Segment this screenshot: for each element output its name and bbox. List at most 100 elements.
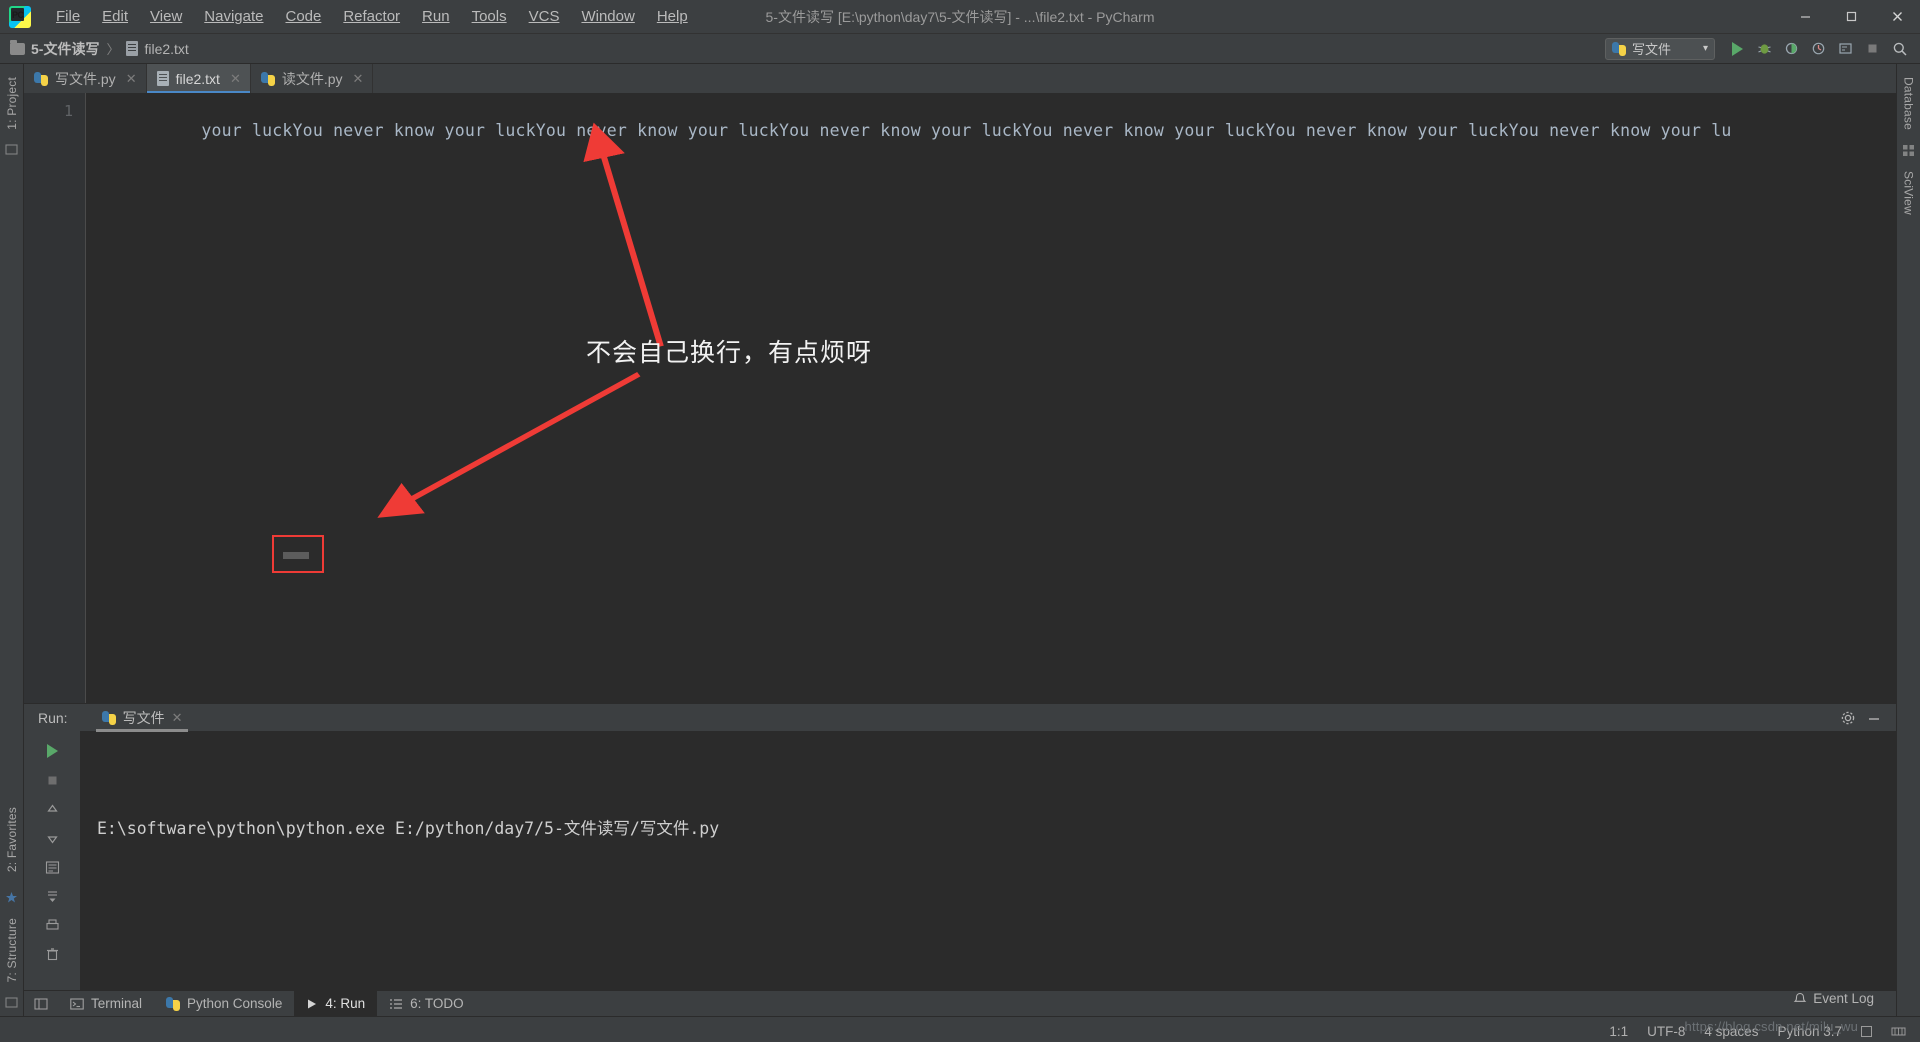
hide-tool-windows-icon[interactable] <box>1861 1026 1872 1037</box>
tool-window-run[interactable]: 4: Run <box>294 990 378 1017</box>
python-icon <box>166 996 181 1011</box>
soft-wrap-button[interactable] <box>39 855 65 879</box>
run-session-close-icon[interactable]: ✕ <box>172 710 183 726</box>
clear-all-button[interactable] <box>39 942 65 966</box>
menu-label-run: Run <box>422 8 450 25</box>
menu-item-refactor[interactable]: Refactor <box>332 4 411 29</box>
editor-tab-write-file[interactable]: 写文件.py ✕ <box>24 64 147 93</box>
chevron-down-icon: ▾ <box>1702 43 1708 54</box>
tool-window-python-console[interactable]: Python Console <box>154 991 294 1017</box>
run-coverage-button[interactable] <box>1779 36 1804 61</box>
sidebar-item-project[interactable]: 1: Project <box>5 70 19 137</box>
prev-occurrence-button[interactable] <box>39 797 65 821</box>
search-everywhere-button[interactable] <box>1887 36 1912 61</box>
menu-label-edit: Edit <box>102 8 129 25</box>
rerun-icon <box>46 744 58 758</box>
minimize-button[interactable] <box>1782 0 1828 33</box>
menu-item-navigate[interactable]: Navigate <box>193 4 274 29</box>
pycharm-logo-icon <box>9 5 31 28</box>
debug-button[interactable] <box>1752 36 1777 61</box>
run-panel-label: Run: <box>38 709 68 726</box>
tool-window-toggle-icon[interactable] <box>34 997 48 1011</box>
arrow-up-icon <box>583 122 664 347</box>
menu-item-vcs[interactable]: VCS <box>518 4 571 29</box>
title-bar: File Edit View Navigate Code Refactor Ru… <box>0 0 1920 34</box>
event-log-button[interactable]: Event Log <box>1793 991 1874 1006</box>
star-icon[interactable] <box>5 891 18 904</box>
tab-close-icon[interactable]: ✕ <box>353 71 364 87</box>
menu-label-navigate: Navigate <box>204 8 264 25</box>
sidebar-item-sciview[interactable]: SciView <box>1902 164 1916 222</box>
coverage-icon <box>1785 42 1798 55</box>
sidebar-item-database[interactable]: Database <box>1902 70 1916 137</box>
menu-item-tools[interactable]: Tools <box>461 4 518 29</box>
tool-window-label: 4: Run <box>325 996 366 1011</box>
code-content[interactable]: your luckYou never know your luckYou nev… <box>86 93 1896 703</box>
menu-item-view[interactable]: View <box>139 4 193 29</box>
run-icon <box>1732 41 1743 56</box>
print-button[interactable] <box>39 913 65 937</box>
terminal-icon <box>70 997 84 1010</box>
scroll-to-end-icon <box>47 890 57 902</box>
run-button[interactable] <box>1725 36 1750 61</box>
folder-icon <box>10 39 25 55</box>
menu-item-help[interactable]: Help <box>646 4 699 29</box>
run-panel-actions <box>24 731 80 990</box>
attach-debugger-button[interactable] <box>1833 36 1858 61</box>
run-panel-header-actions <box>1840 710 1896 726</box>
file-encoding[interactable]: UTF-8 <box>1647 1024 1685 1039</box>
tool-window-label: 6: TODO <box>410 996 464 1011</box>
watermark-text: https://blog.csdn.net/milu_wu <box>1684 1019 1858 1034</box>
rerun-button[interactable] <box>39 739 65 763</box>
status-bar: Event Log https://blog.csdn.net/milu_wu … <box>0 991 1920 1042</box>
breadcrumb-project[interactable]: 5-文件读写 <box>31 39 99 59</box>
console-line: E:\software\python\python.exe E:/python/… <box>97 819 720 839</box>
menu-item-run[interactable]: Run <box>411 4 461 29</box>
editor-tab-bar: 写文件.py ✕ file2.txt ✕ 读文件.py ✕ <box>24 64 1896 93</box>
menu-item-window[interactable]: Window <box>570 4 645 29</box>
sidebar-item-structure[interactable]: 7: Structure <box>5 911 19 989</box>
scroll-to-end-button[interactable] <box>39 884 65 908</box>
stop-process-button[interactable] <box>39 768 65 792</box>
main-toolbar: 写文件 ▾ <box>1605 36 1920 61</box>
annotation-arrows <box>377 122 664 518</box>
run-session-tab[interactable]: 写文件 ✕ <box>95 704 189 732</box>
minimize-icon[interactable] <box>1866 710 1882 726</box>
memory-indicator-icon[interactable] <box>1891 1024 1906 1039</box>
tool-window-todo[interactable]: 6: TODO <box>377 991 476 1017</box>
editor-tab-label: 写文件.py <box>55 70 116 87</box>
debug-icon <box>1758 44 1771 54</box>
profile-icon <box>1812 42 1825 55</box>
event-log-label: Event Log <box>1813 991 1874 1006</box>
grid-icon[interactable] <box>1902 144 1915 157</box>
close-button[interactable] <box>1874 0 1920 33</box>
menu-bar: File Edit View Navigate Code Refactor Ru… <box>45 4 699 29</box>
tab-close-icon[interactable]: ✕ <box>126 71 137 87</box>
code-editor[interactable]: 1 your luckYou never know your luckYou n… <box>24 93 1896 703</box>
next-occurrence-button[interactable] <box>39 826 65 850</box>
down-arrow-icon <box>46 835 58 844</box>
caret-position[interactable]: 1:1 <box>1609 1024 1628 1039</box>
stop-button[interactable] <box>1860 36 1885 61</box>
run-configuration-label: 写文件 <box>1632 42 1672 57</box>
console-output[interactable]: E:\software\python\python.exe E:/python/… <box>80 731 1896 990</box>
sidebar-item-favorites[interactable]: 2: Favorites <box>5 800 19 879</box>
terminal-rail-icon[interactable] <box>5 996 18 1009</box>
tab-close-icon[interactable]: ✕ <box>230 71 241 87</box>
structure-toggle-icon[interactable] <box>5 144 18 157</box>
editor-tab-read-file[interactable]: 读文件.py ✕ <box>251 64 374 93</box>
breadcrumb-file[interactable]: file2.txt <box>144 41 188 57</box>
run-configuration-selector[interactable]: 写文件 ▾ <box>1605 37 1715 60</box>
gear-icon[interactable] <box>1840 710 1856 726</box>
menu-item-file[interactable]: File <box>45 4 91 29</box>
tool-window-terminal[interactable]: Terminal <box>58 991 154 1017</box>
menu-item-edit[interactable]: Edit <box>91 4 139 29</box>
menu-label-help: Help <box>656 8 688 25</box>
maximize-button[interactable] <box>1828 0 1874 33</box>
editor-tab-file2[interactable]: file2.txt ✕ <box>146 64 251 93</box>
profile-button[interactable] <box>1806 36 1831 61</box>
menu-item-code[interactable]: Code <box>274 4 332 29</box>
menu-label-refactor: Refactor <box>343 8 401 25</box>
attach-icon <box>1839 43 1852 54</box>
